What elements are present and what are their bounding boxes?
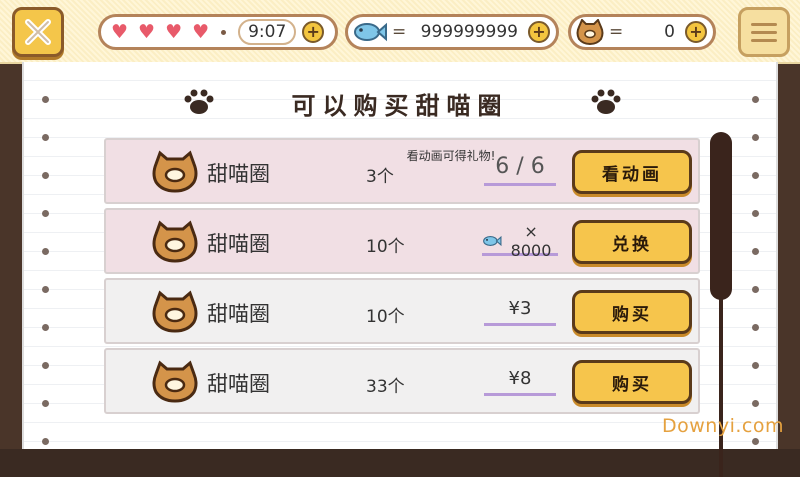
heart-icon: ♥ bbox=[138, 20, 156, 43]
buy-button[interactable]: 购买 bbox=[572, 360, 692, 404]
binder-holes-left bbox=[42, 96, 49, 476]
item-name: 甜喵圈 bbox=[207, 372, 270, 396]
item-name: 甜喵圈 bbox=[207, 232, 270, 256]
donut-cat-icon bbox=[152, 290, 198, 333]
shop-row: 甜喵圈 33个 ¥8 购买 bbox=[104, 348, 700, 414]
item-name: 甜喵圈 bbox=[207, 162, 270, 186]
add-fish-button[interactable]: + bbox=[528, 21, 550, 43]
item-quantity: 3个 bbox=[366, 167, 394, 187]
menu-button[interactable] bbox=[738, 7, 790, 57]
donut-cat-icon bbox=[152, 220, 198, 263]
menu-icon bbox=[751, 30, 777, 34]
fish-icon bbox=[483, 235, 502, 246]
donut-currency-pill: = 0 + bbox=[568, 14, 716, 50]
close-button[interactable] bbox=[12, 7, 64, 57]
watch-video-button[interactable]: 看动画 bbox=[572, 150, 692, 194]
add-donut-button[interactable]: + bbox=[685, 21, 707, 43]
panel-title: 可以购买甜喵圈 bbox=[291, 92, 509, 120]
scrollbar[interactable] bbox=[710, 132, 732, 477]
menu-icon bbox=[751, 38, 777, 42]
fish-equals: = bbox=[392, 22, 407, 42]
item-note: 看动画可得礼物! bbox=[406, 149, 496, 163]
item-price: ¥8 bbox=[484, 368, 556, 396]
exchange-button[interactable]: 兑换 bbox=[572, 220, 692, 264]
fish-price-value: × 8000 bbox=[510, 221, 552, 260]
fish-icon bbox=[354, 22, 387, 42]
scrollbar-track bbox=[719, 292, 723, 477]
paw-icon bbox=[591, 89, 621, 114]
item-price: ¥3 bbox=[484, 298, 556, 326]
donut-cat-icon bbox=[576, 19, 604, 45]
watch-count: 6 / 6 bbox=[484, 154, 556, 186]
lives-timer: 9:07 bbox=[238, 19, 297, 45]
buy-button[interactable]: 购买 bbox=[572, 290, 692, 334]
fish-amount: 999999999 bbox=[420, 22, 518, 42]
menu-icon bbox=[751, 22, 777, 26]
shop-panel: 可以购买甜喵圈 甜喵圈 3个 看动画可得礼物! 6 / 6 看动画 甜喵圈 10… bbox=[22, 62, 778, 477]
item-quantity: 33个 bbox=[366, 377, 405, 397]
separator-dot bbox=[221, 29, 227, 35]
fish-price: × 8000 bbox=[482, 222, 558, 260]
close-icon bbox=[25, 19, 51, 45]
donut-equals: = bbox=[609, 22, 624, 42]
item-quantity: 10个 bbox=[366, 237, 405, 257]
watermark: Downyi.com bbox=[662, 415, 784, 437]
donut-cat-icon bbox=[152, 150, 198, 193]
heart-icon: ♥ bbox=[165, 20, 183, 43]
donut-cat-icon bbox=[152, 360, 198, 403]
shop-row: 甜喵圈 3个 看动画可得礼物! 6 / 6 看动画 bbox=[104, 138, 700, 204]
item-quantity: 10个 bbox=[366, 307, 405, 327]
add-lives-button[interactable]: + bbox=[302, 21, 325, 43]
shop-row: 甜喵圈 10个 × 8000 兑换 bbox=[104, 208, 700, 274]
top-bar: ♥ ♥ ♥ ♥ 9:07 + = 999999999 + = 0 + bbox=[0, 0, 800, 64]
scrollbar-thumb[interactable] bbox=[710, 132, 732, 300]
fish-currency-pill: = 999999999 + bbox=[345, 14, 559, 50]
lives-pill: ♥ ♥ ♥ ♥ 9:07 + bbox=[98, 14, 338, 50]
heart-icon: ♥ bbox=[192, 20, 210, 43]
heart-icon: ♥ bbox=[111, 20, 129, 43]
donut-amount: 0 bbox=[664, 22, 675, 42]
shop-row: 甜喵圈 10个 ¥3 购买 bbox=[104, 278, 700, 344]
item-name: 甜喵圈 bbox=[207, 302, 270, 326]
